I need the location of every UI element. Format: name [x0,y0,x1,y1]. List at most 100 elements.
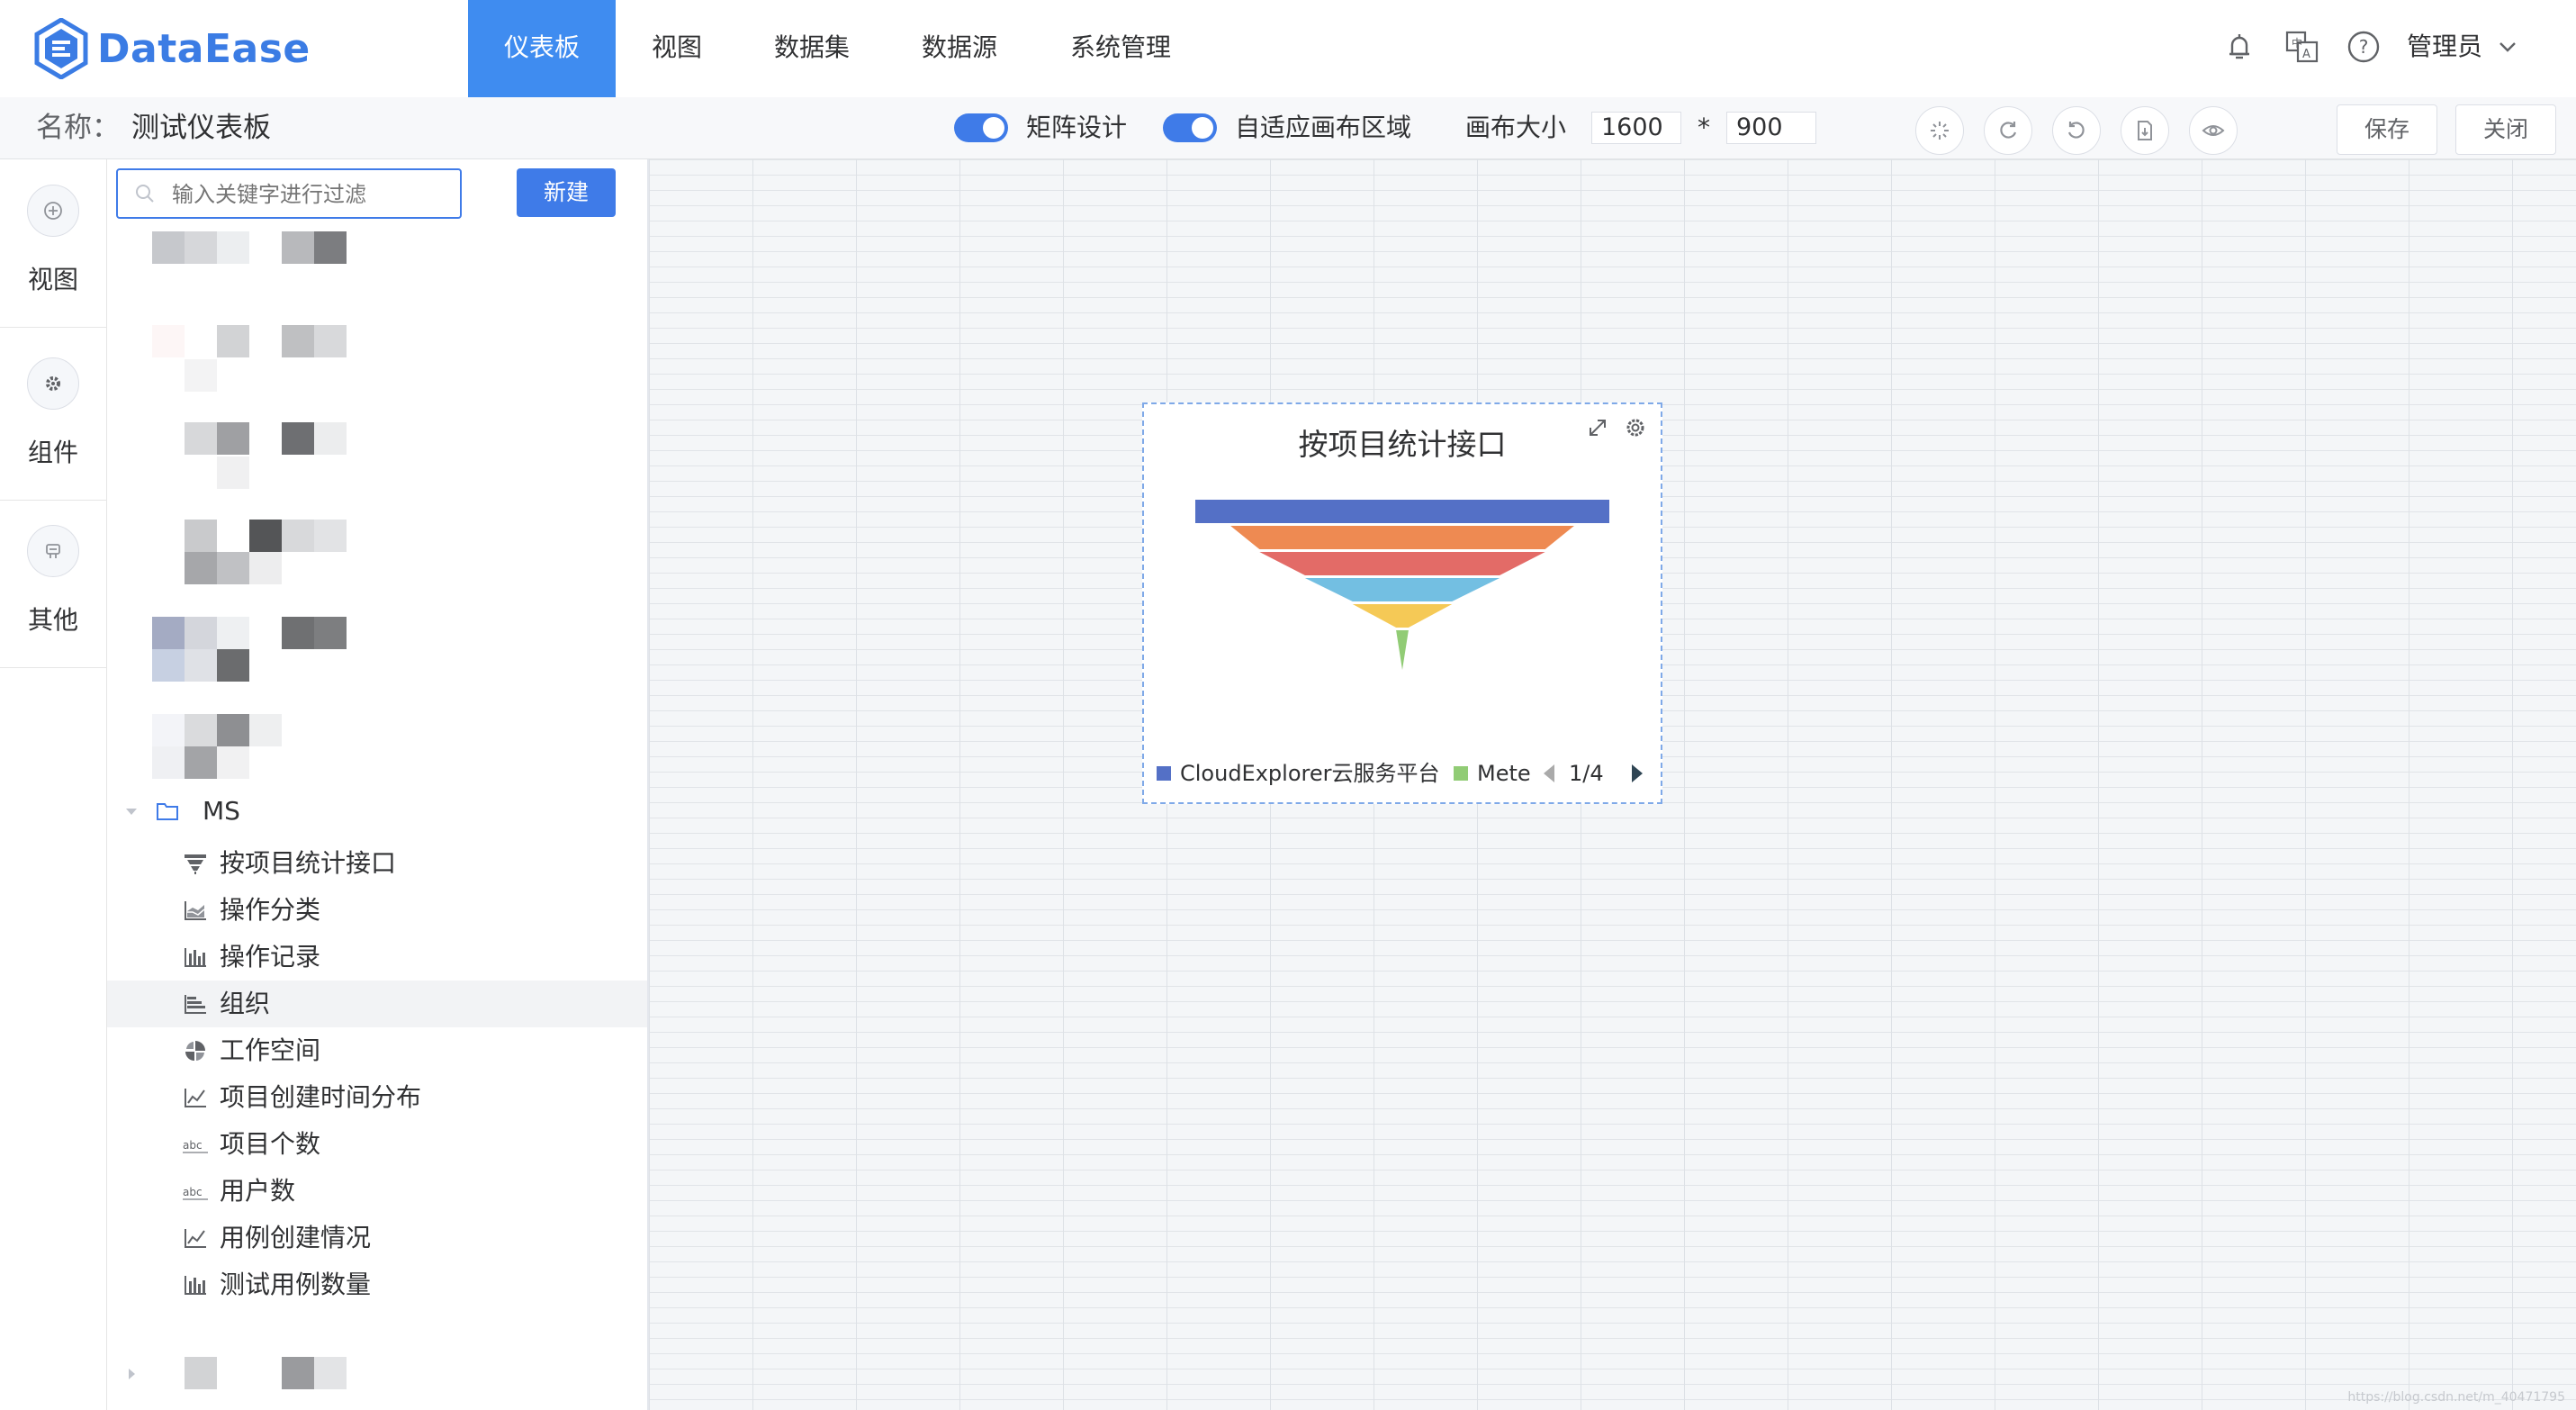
canvas-height-input[interactable] [1726,112,1816,144]
view-item[interactable]: 操作记录 [107,934,647,981]
bar-chart-icon [185,948,206,967]
view-item[interactable]: 工作空间 [107,1027,647,1074]
preview-button[interactable] [2189,106,2238,155]
clean-canvas-button[interactable] [1915,106,1964,155]
translate-icon[interactable]: 中 A [2283,27,2322,67]
legend-prev-icon[interactable] [1540,763,1558,784]
view-label: 组织 [220,989,271,1018]
rail-item-view[interactable]: 视图 [0,159,106,328]
app-logo[interactable]: DataEase [34,16,311,81]
save-button[interactable]: 保存 [2337,104,2437,155]
view-label: 按项目统计接口 [220,848,397,878]
line-chart-icon [185,1089,206,1107]
svg-text:中: 中 [2292,36,2302,50]
rail-label: 组件 [27,438,78,467]
dataease-logo-icon [34,18,88,79]
view-item[interactable]: 用例创建情况 [107,1215,647,1261]
adaptive-canvas-label: 自适应画布区域 [1235,113,1412,142]
nav-dashboard[interactable]: 仪表板 [468,0,616,97]
view-item[interactable]: abc 项目个数 [107,1121,647,1168]
view-label: 项目创建时间分布 [220,1082,422,1112]
dashboard-name[interactable]: 测试仪表板 [131,106,271,149]
blurred-tree-row [152,422,512,489]
legend-item-label[interactable]: Meter [1477,757,1531,790]
area-chart-icon [185,901,206,920]
svg-text:abc: abc [183,1139,203,1152]
chart-widget[interactable]: 按项目统计接口 CloudExplorer云服务平台 Meter 1/4 [1142,402,1662,804]
funnel-segment[interactable] [1396,630,1409,670]
legend-swatch [1454,766,1468,781]
view-item[interactable]: 组织 [107,981,647,1027]
legend-next-icon[interactable] [1628,763,1646,784]
view-label: 操作记录 [220,942,321,972]
rail-label: 其他 [27,605,78,635]
notification-icon[interactable] [2220,27,2259,67]
help-icon[interactable]: ? [2344,27,2383,67]
rail-item-component[interactable]: 组件 [0,332,106,501]
clean-icon [1931,122,1949,140]
refresh-button[interactable] [1984,106,2032,155]
view-label: 测试用例数量 [220,1270,372,1299]
horizontal-bar-icon [185,995,206,1014]
canvas-size-times: * [1698,113,1710,142]
legend-item-label[interactable]: CloudExplorer云服务平台 [1180,757,1439,790]
other-icon [46,544,60,558]
add-circle-icon [44,202,62,220]
tree-folder-ms[interactable]: MS [120,790,624,833]
dashboard-canvas[interactable]: 按项目统计接口 CloudExplorer云服务平台 Meter 1/4 htt… [649,159,2576,1410]
blurred-tree-row [152,617,512,682]
app-name: DataEase [97,25,311,72]
funnel-segment[interactable] [1195,500,1609,523]
view-label: 工作空间 [220,1035,321,1065]
bar-chart-icon [185,1276,206,1295]
view-item[interactable]: abc 用户数 [107,1168,647,1215]
folder-icon [157,803,178,820]
view-item[interactable]: 操作分类 [107,887,647,934]
funnel-segment[interactable] [1352,604,1453,628]
line-chart-icon [185,1229,206,1248]
adaptive-canvas-switch[interactable] [1163,113,1217,142]
caret-right-icon[interactable] [125,1368,138,1380]
component-gear-icon [46,376,60,391]
export-button[interactable] [2121,106,2169,155]
view-item[interactable]: 按项目统计接口 [107,840,647,887]
nav-dataset[interactable]: 数据集 [761,0,862,97]
caret-down-icon[interactable] [125,805,138,818]
funnel-segment[interactable] [1259,552,1545,575]
canvas-width-input[interactable] [1591,112,1681,144]
nav-datasource[interactable]: 数据源 [909,0,1010,97]
rail-label: 视图 [27,265,78,294]
rail-circle [27,525,79,577]
funnel-segment[interactable] [1304,578,1500,601]
rail-circle [27,185,79,237]
gear-icon[interactable] [1623,415,1648,440]
rail-item-other[interactable]: 其他 [0,500,106,668]
text-abc-icon: abc [183,1139,208,1153]
view-item[interactable]: 测试用例数量 [107,1261,647,1308]
user-menu-name[interactable]: 管理员 [2407,27,2482,67]
search-box[interactable] [116,168,462,219]
legend-swatch [1157,766,1171,781]
nav-view[interactable]: 视图 [630,0,724,97]
new-view-button[interactable]: 新建 [517,168,616,217]
close-button[interactable]: 关闭 [2455,104,2556,155]
undo-button[interactable] [2052,106,2101,155]
expand-icon[interactable] [1585,415,1610,440]
view-label: 项目个数 [220,1129,321,1159]
component-rail: 视图 组件 其他 [0,159,107,1410]
view-label: 用例创建情况 [220,1223,372,1252]
matrix-design-label: 矩阵设计 [1026,113,1128,142]
canvas-size-label: 画布大小 [1465,113,1567,142]
search-icon [136,185,154,203]
blurred-tree-row [152,325,512,392]
funnel-chart [1195,500,1609,670]
search-input[interactable] [170,177,444,212]
funnel-segment[interactable] [1230,526,1574,549]
view-item[interactable]: 项目创建时间分布 [107,1074,647,1121]
watermark-text: https://blog.csdn.net/m_40471795 [2347,1390,2565,1405]
view-label: 用户数 [220,1176,296,1206]
view-label: 操作分类 [220,895,321,925]
matrix-design-switch[interactable] [954,113,1008,142]
nav-system-management[interactable]: 系统管理 [1055,0,1186,97]
chevron-down-icon[interactable] [2495,34,2520,59]
